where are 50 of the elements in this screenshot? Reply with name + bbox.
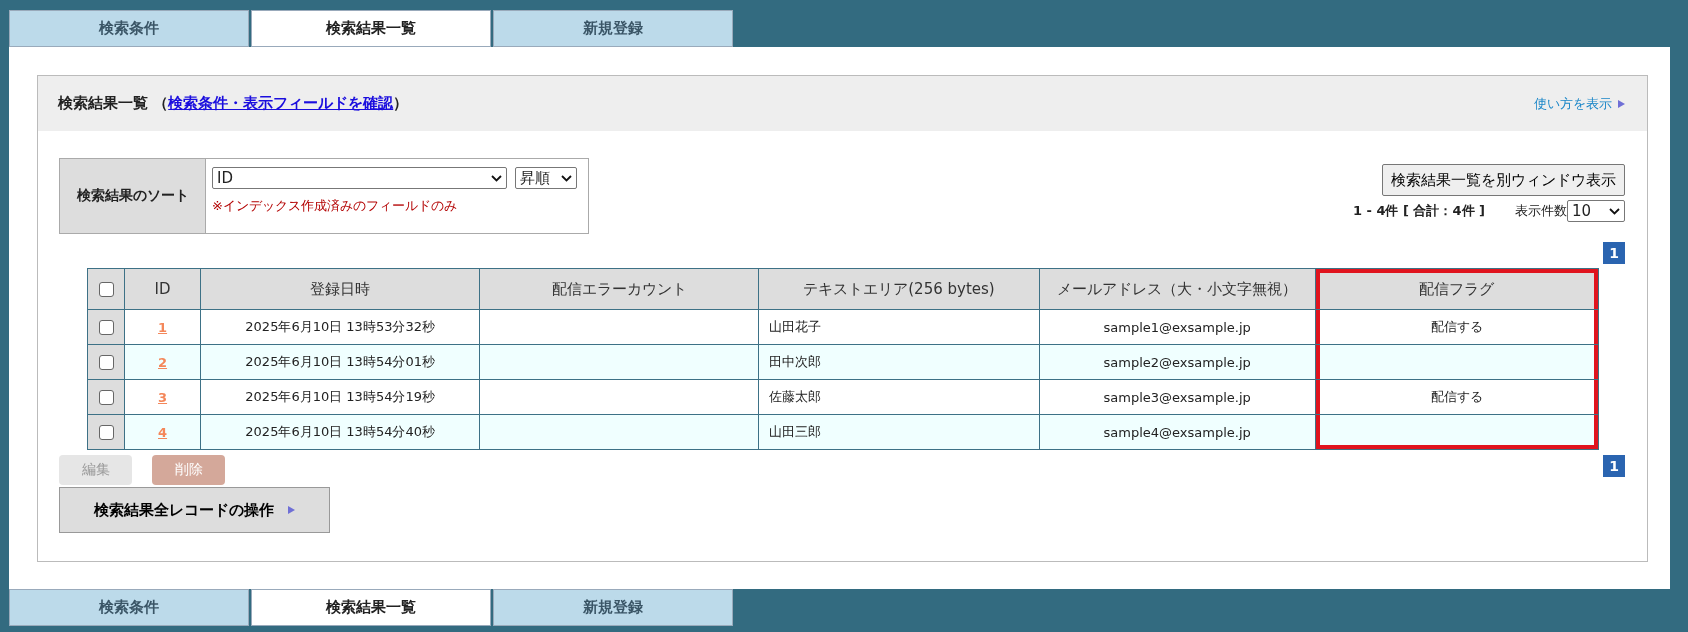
column-header: 配信エラーカウント [479,268,759,310]
panel-title: 検索結果一覧 （検索条件・表示フィールドを確認） [58,94,409,113]
checkbox[interactable] [98,425,114,441]
cell-text: 2025年6月10日 13時54分40秒 [245,424,435,439]
checkbox[interactable] [98,282,114,298]
sort-field-select[interactable]: ID [212,167,507,189]
sort-label: 検索結果のソート [60,159,206,233]
caret-icon [561,174,572,182]
cell-text: 2025年6月10日 13時54分19秒 [245,389,435,404]
cell-text: sample2@exsample.jp [1103,354,1251,370]
per-page-label: 表示件数 [1515,202,1567,220]
tab[interactable]: 検索条件 [9,10,249,47]
column-header: テキストエリア(256 bytes) [758,268,1040,310]
caret-icon [491,174,502,182]
bulk-operation-button[interactable]: 検索結果全レコードの操作 [59,487,330,533]
tab[interactable]: 検索条件 [9,589,249,626]
checkbox[interactable] [98,320,114,336]
checkbox[interactable] [98,355,114,371]
caret-icon [1609,207,1620,215]
checkbox[interactable] [98,390,114,406]
page-link[interactable]: 1 [1603,455,1625,477]
page-link[interactable]: 1 [1603,242,1625,264]
criteria-link[interactable]: 検索条件・表示フィールドを確認 [168,94,394,112]
cell-text: 佐藤太郎 [769,389,822,404]
column-header: ID [124,268,201,310]
cell-text: 山田三郎 [769,424,822,439]
open-window-button[interactable]: 検索結果一覧を別ウィンドウ表示 [1382,164,1625,196]
help-link[interactable]: 使い方を表示 [1534,94,1625,113]
column-header: 配信フラグ [1315,268,1599,310]
sort-note: ※インデックス作成済みのフィールドのみ [212,197,458,215]
tab[interactable]: 新規登録 [493,589,733,626]
cell-text: 2025年6月10日 13時54分01秒 [245,354,435,369]
cell-text: 配信する [1430,319,1483,334]
per-page-select[interactable]: 10 [1567,200,1625,222]
column-header: 登録日時 [200,268,480,310]
cell-text: 田中次郎 [769,354,822,369]
cell-text: 2025年6月10日 13時53分32秒 [245,319,435,334]
sort-order-select[interactable]: 昇順 [515,167,577,189]
tab[interactable]: 検索結果一覧 [251,10,491,47]
cell-text: sample3@exsample.jp [1103,389,1251,405]
cell-text: 配信する [1430,389,1483,404]
cell-text: 山田花子 [769,319,822,334]
triangle-icon [288,506,295,514]
result-count: 1 - 4件 [ 合計：4件 ] [1352,202,1485,220]
triangle-icon [1618,99,1625,108]
column-header: メールアドレス（大・小文字無視） [1039,268,1316,310]
tab[interactable]: 検索結果一覧 [251,589,491,626]
tab[interactable]: 新規登録 [493,10,733,47]
cell-text: sample1@exsample.jp [1103,319,1251,335]
cell-text: sample4@exsample.jp [1103,424,1251,440]
